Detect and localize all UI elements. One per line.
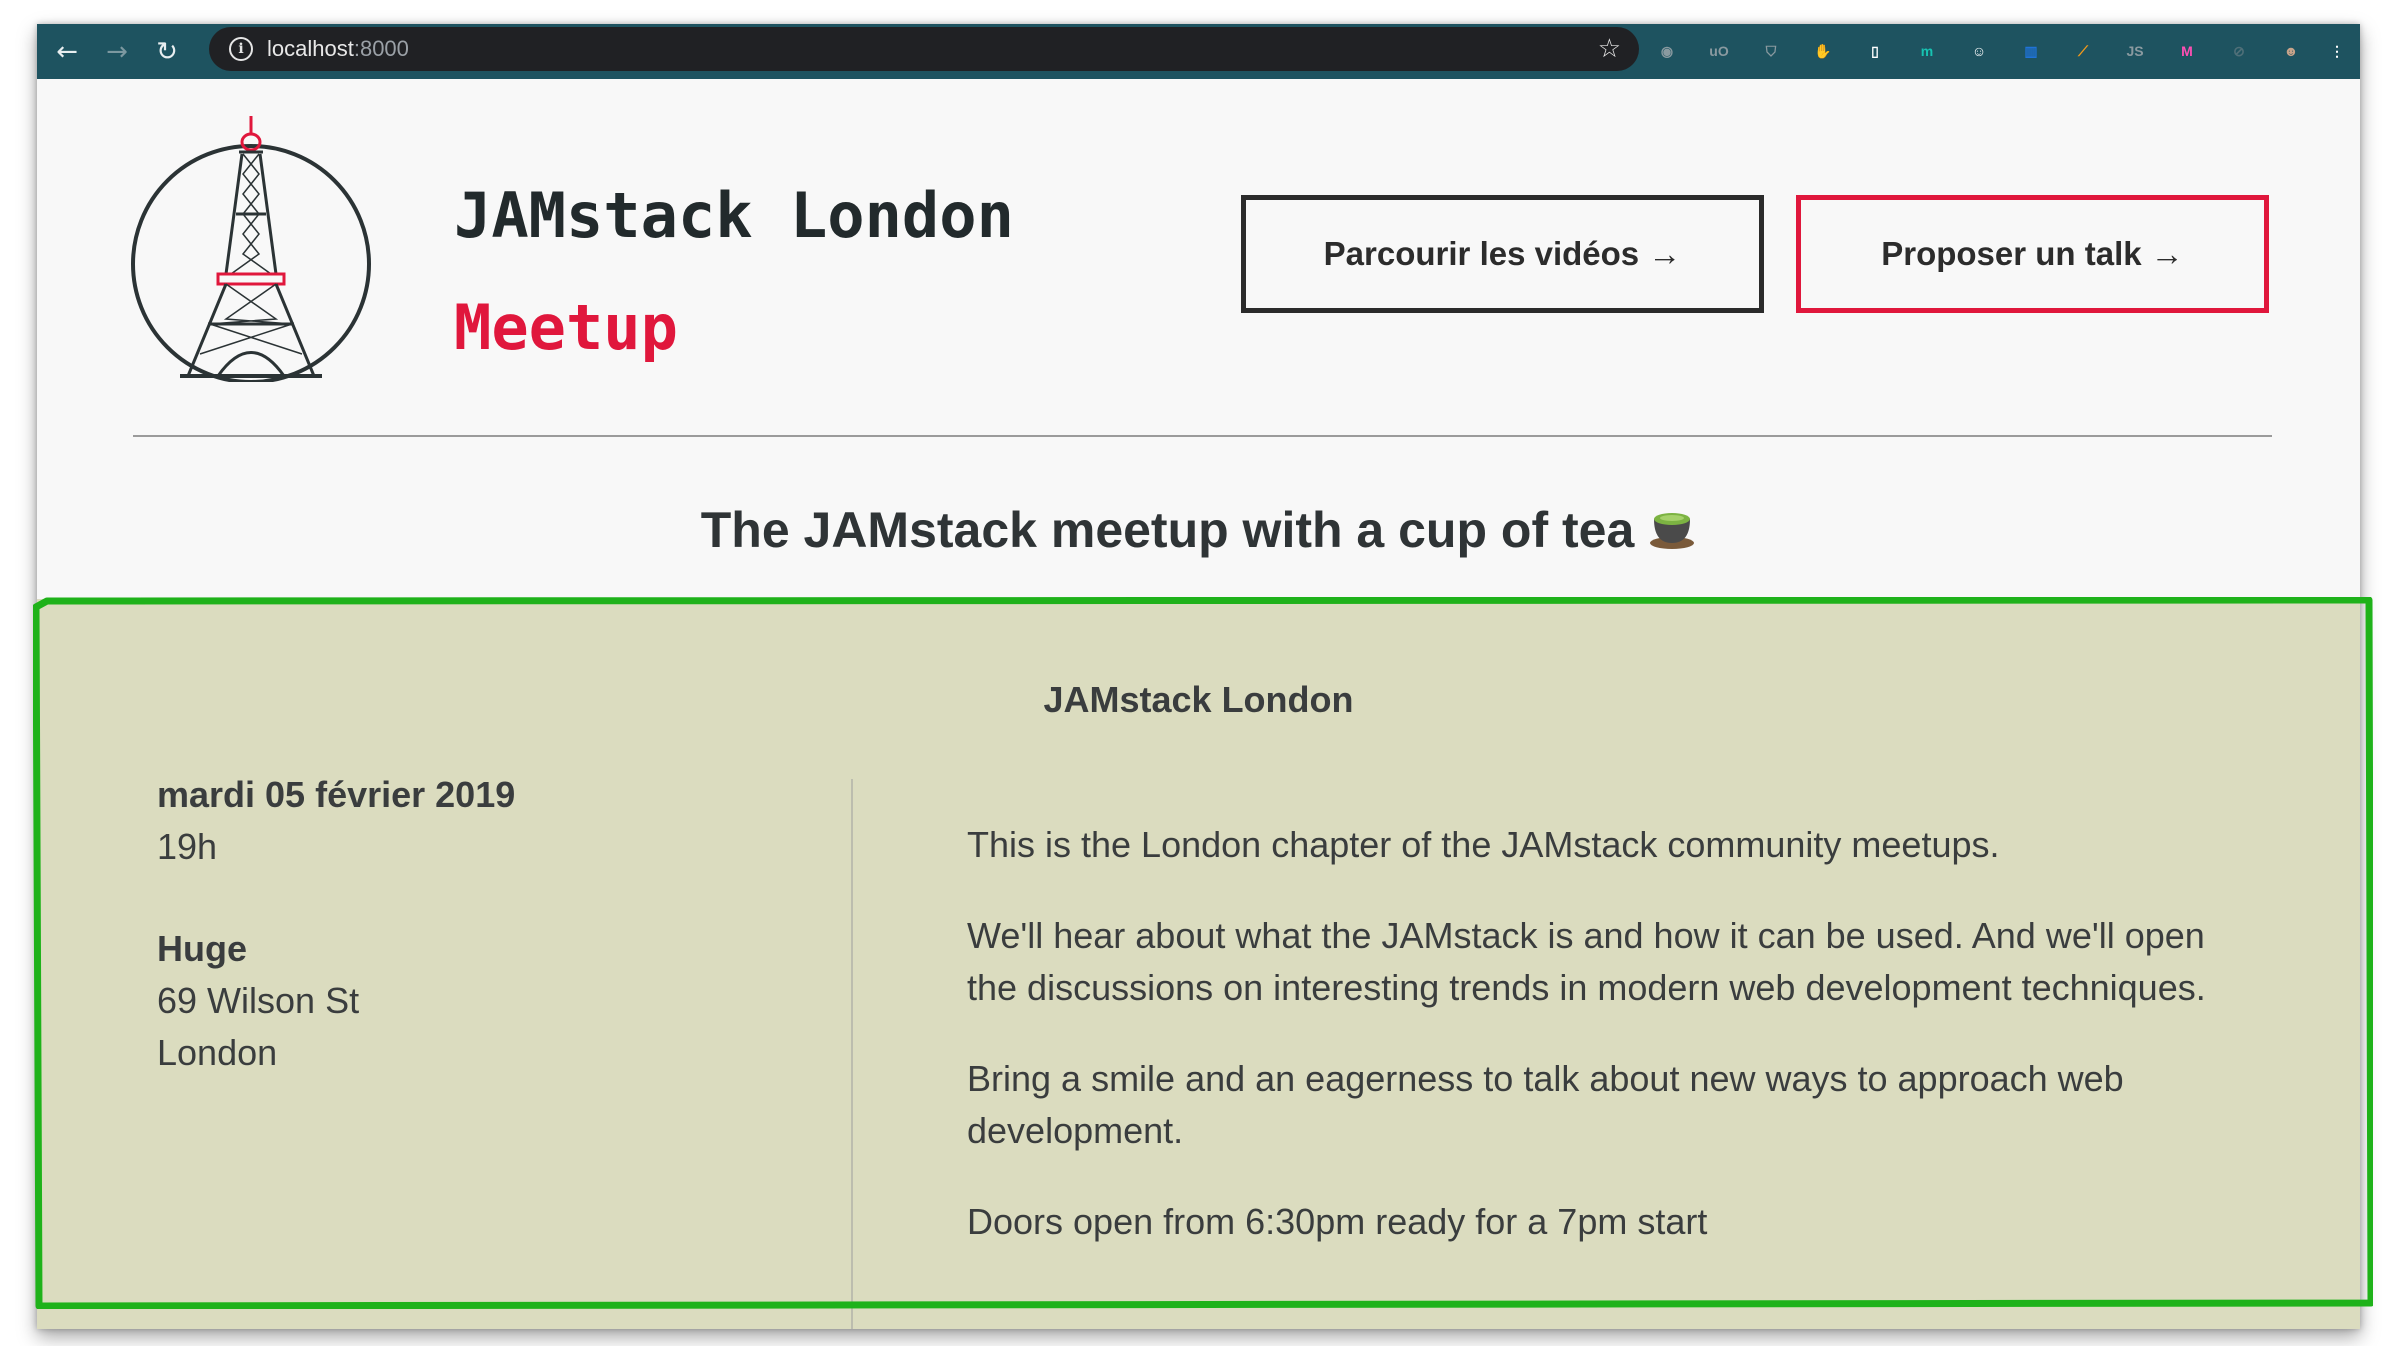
description-paragraph: Bring a smile and an eagerness to talk a… xyxy=(967,1058,2124,1151)
description-paragraph: Doors open from 6:30pm ready for a 7pm s… xyxy=(967,1201,1708,1242)
description-paragraph: This is the London chapter of the JAMsta… xyxy=(967,824,2000,865)
hand-extension-icon[interactable]: ✋ xyxy=(1810,38,1836,64)
event-details: mardi 05 février 2019 19h Huge 69 Wilson… xyxy=(157,769,515,1079)
header-divider xyxy=(133,435,2272,437)
propose-talk-label: Proposer un talk → xyxy=(1881,235,2184,272)
tagline-text: The JAMstack meetup with a cup of tea xyxy=(700,502,1635,558)
profile-avatar-icon[interactable]: ☻ xyxy=(2278,38,2304,64)
reload-icon: ↻ xyxy=(156,36,178,67)
forward-button[interactable]: → xyxy=(97,32,137,72)
site-subtitle: Meetup xyxy=(454,291,678,364)
camera-extension-icon[interactable]: ◉ xyxy=(1654,38,1680,64)
document-extension-icon[interactable]: ▯ xyxy=(1862,38,1888,64)
arrow-right-icon: → xyxy=(106,36,128,67)
column-divider xyxy=(851,779,853,1329)
browser-window: ← → ↻ i localhost:8000 ☆ ◉ uO ⛉ ✋ ▯ m ☺ ▥ ⟋ JS M ⊘ ☻… xyxy=(37,24,2360,1329)
back-button[interactable]: ← xyxy=(47,32,87,72)
event-description: This is the London chapter of the JAMsta… xyxy=(967,819,2257,1287)
tagline: The JAMstack meetup with a cup of tea xyxy=(37,501,2360,559)
menu-kebab-icon[interactable]: ⋮ xyxy=(2324,38,2350,64)
site-title: JAMstack London xyxy=(454,179,1014,252)
star-icon[interactable]: ☆ xyxy=(1598,34,1621,64)
event-venue: Huge xyxy=(157,928,247,969)
event-address-line1: 69 Wilson St xyxy=(157,980,360,1021)
js-extension-icon[interactable]: JS xyxy=(2122,38,2148,64)
eyedropper-extension-icon[interactable]: ⟋ xyxy=(2070,38,2096,64)
address-bar[interactable]: i localhost:8000 ☆ xyxy=(209,27,1639,71)
pocket-extension-icon[interactable]: ⛉ xyxy=(1758,38,1784,64)
grammarly-extension-icon[interactable]: m xyxy=(1914,38,1940,64)
event-title: JAMstack London xyxy=(1043,679,1354,720)
event-panel: JAMstack London mardi 05 février 2019 19… xyxy=(37,599,2360,1329)
emoji-extension-icon[interactable]: ☺ xyxy=(1966,38,1992,64)
propose-talk-button[interactable]: Proposer un talk → xyxy=(1796,195,2269,313)
eiffel-tower-icon xyxy=(131,116,371,382)
info-icon[interactable]: i xyxy=(229,37,253,61)
description-paragraph: We'll hear about what the JAMstack is an… xyxy=(967,915,2206,1008)
url-text[interactable]: localhost:8000 xyxy=(267,36,1598,62)
browse-videos-button[interactable]: Parcourir les vidéos → xyxy=(1241,195,1764,313)
event-date: mardi 05 février 2019 xyxy=(157,774,516,815)
browse-videos-label: Parcourir les vidéos → xyxy=(1323,235,1682,272)
reload-button[interactable]: ↻ xyxy=(147,32,187,72)
tea-cup-icon xyxy=(1650,513,1695,549)
event-address-line2: London xyxy=(157,1032,278,1073)
arrow-left-icon: ← xyxy=(56,36,78,67)
m-extension-icon[interactable]: M xyxy=(2174,38,2200,64)
browser-toolbar: ← → ↻ i localhost:8000 ☆ ◉ uO ⛉ ✋ ▯ m ☺ ▥ ⟋ JS M ⊘ ☻… xyxy=(37,24,2360,79)
trello-extension-icon[interactable]: ▥ xyxy=(2018,38,2044,64)
event-time: 19h xyxy=(157,826,218,867)
ublock-extension-icon[interactable]: uO xyxy=(1706,38,1732,64)
disabled-extension-icon[interactable]: ⊘ xyxy=(2226,38,2252,64)
